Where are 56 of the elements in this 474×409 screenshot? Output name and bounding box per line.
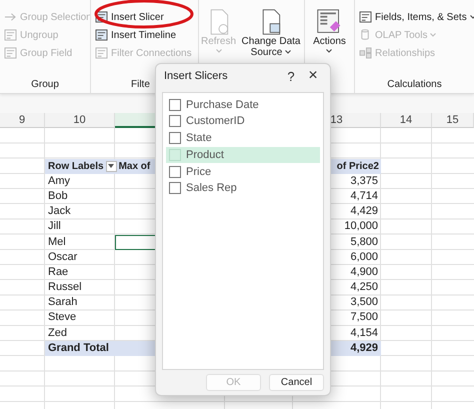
relationships-icon — [359, 47, 372, 59]
row-label: Jack — [47, 204, 72, 220]
table-cell-text: 3,500 — [349, 295, 379, 310]
checkbox[interactable] — [169, 98, 181, 111]
table-cell-text: 10,000 — [343, 219, 379, 234]
ribbon-button[interactable]: Actions — [312, 4, 347, 53]
close-button[interactable]: × — [302, 67, 324, 85]
table-cell-text: 6,000 — [349, 250, 379, 265]
ribbon-button[interactable]: Fields, Items, & Sets — [357, 10, 474, 24]
arrow-icon — [4, 11, 17, 23]
checkbox[interactable] — [169, 132, 181, 144]
pivot-header: Max of — [118, 160, 150, 172]
table-cell-text: 5,800 — [349, 234, 379, 250]
help-button[interactable]: ? — [280, 68, 302, 84]
pivot-header: of Price2 — [336, 160, 379, 172]
ribbon-button[interactable]: Change Data Source — [239, 4, 304, 58]
field-list-item[interactable]: Product — [166, 147, 320, 163]
row-label: Zed — [47, 326, 68, 341]
field-list-item[interactable]: Sales Rep — [166, 180, 320, 196]
column-header[interactable]: 10 — [45, 113, 115, 128]
filter-dropdown-button[interactable] — [106, 160, 117, 172]
table-cell-text: 4,250 — [349, 280, 379, 296]
column-header[interactable]: 15 — [432, 113, 474, 128]
group-label: Filte — [131, 79, 150, 92]
row-label: Bob — [47, 188, 69, 204]
column-header[interactable]: 9 — [0, 113, 45, 128]
ribbon-button[interactable]: Insert Timeline — [93, 28, 178, 42]
field-list-item[interactable]: State — [166, 130, 320, 146]
grand-total-label: Grand Total — [48, 342, 109, 354]
row-label: Rae — [47, 264, 70, 280]
grand-total-value: 4,929 — [350, 342, 378, 354]
checkbox[interactable] — [169, 115, 181, 128]
triangle-icon — [108, 164, 114, 168]
row-label: Oscar — [47, 250, 78, 265]
checkbox[interactable] — [169, 182, 181, 194]
group-label: Calculations — [387, 79, 442, 92]
table-cell-text: 3,375 — [349, 174, 379, 189]
row-label: Steve — [47, 310, 78, 326]
table-cell-text: 4,429 — [349, 204, 379, 220]
row-label: Jill — [47, 219, 62, 234]
dialog-button[interactable]: Cancel — [269, 374, 324, 391]
row-label: Russel — [47, 280, 83, 296]
row-label: Mel — [47, 234, 67, 250]
table-cell-text: 4,900 — [349, 264, 379, 280]
actions-icon — [316, 8, 342, 36]
checkbox[interactable] — [169, 166, 181, 178]
row-label: Sarah — [47, 295, 78, 310]
pivot-header: Row Labels — [48, 160, 104, 172]
group-label: Group — [31, 79, 59, 92]
table-cell-text: 7,500 — [349, 310, 379, 326]
dialog-title: Insert Slicers — [164, 70, 229, 82]
table-cell-text: 4,714 — [349, 188, 379, 204]
table-cell-text: 4,154 — [349, 326, 379, 341]
column-header[interactable]: 14 — [381, 113, 432, 128]
field-list-item[interactable]: Price — [166, 164, 320, 180]
row-label: Amy — [47, 174, 71, 189]
